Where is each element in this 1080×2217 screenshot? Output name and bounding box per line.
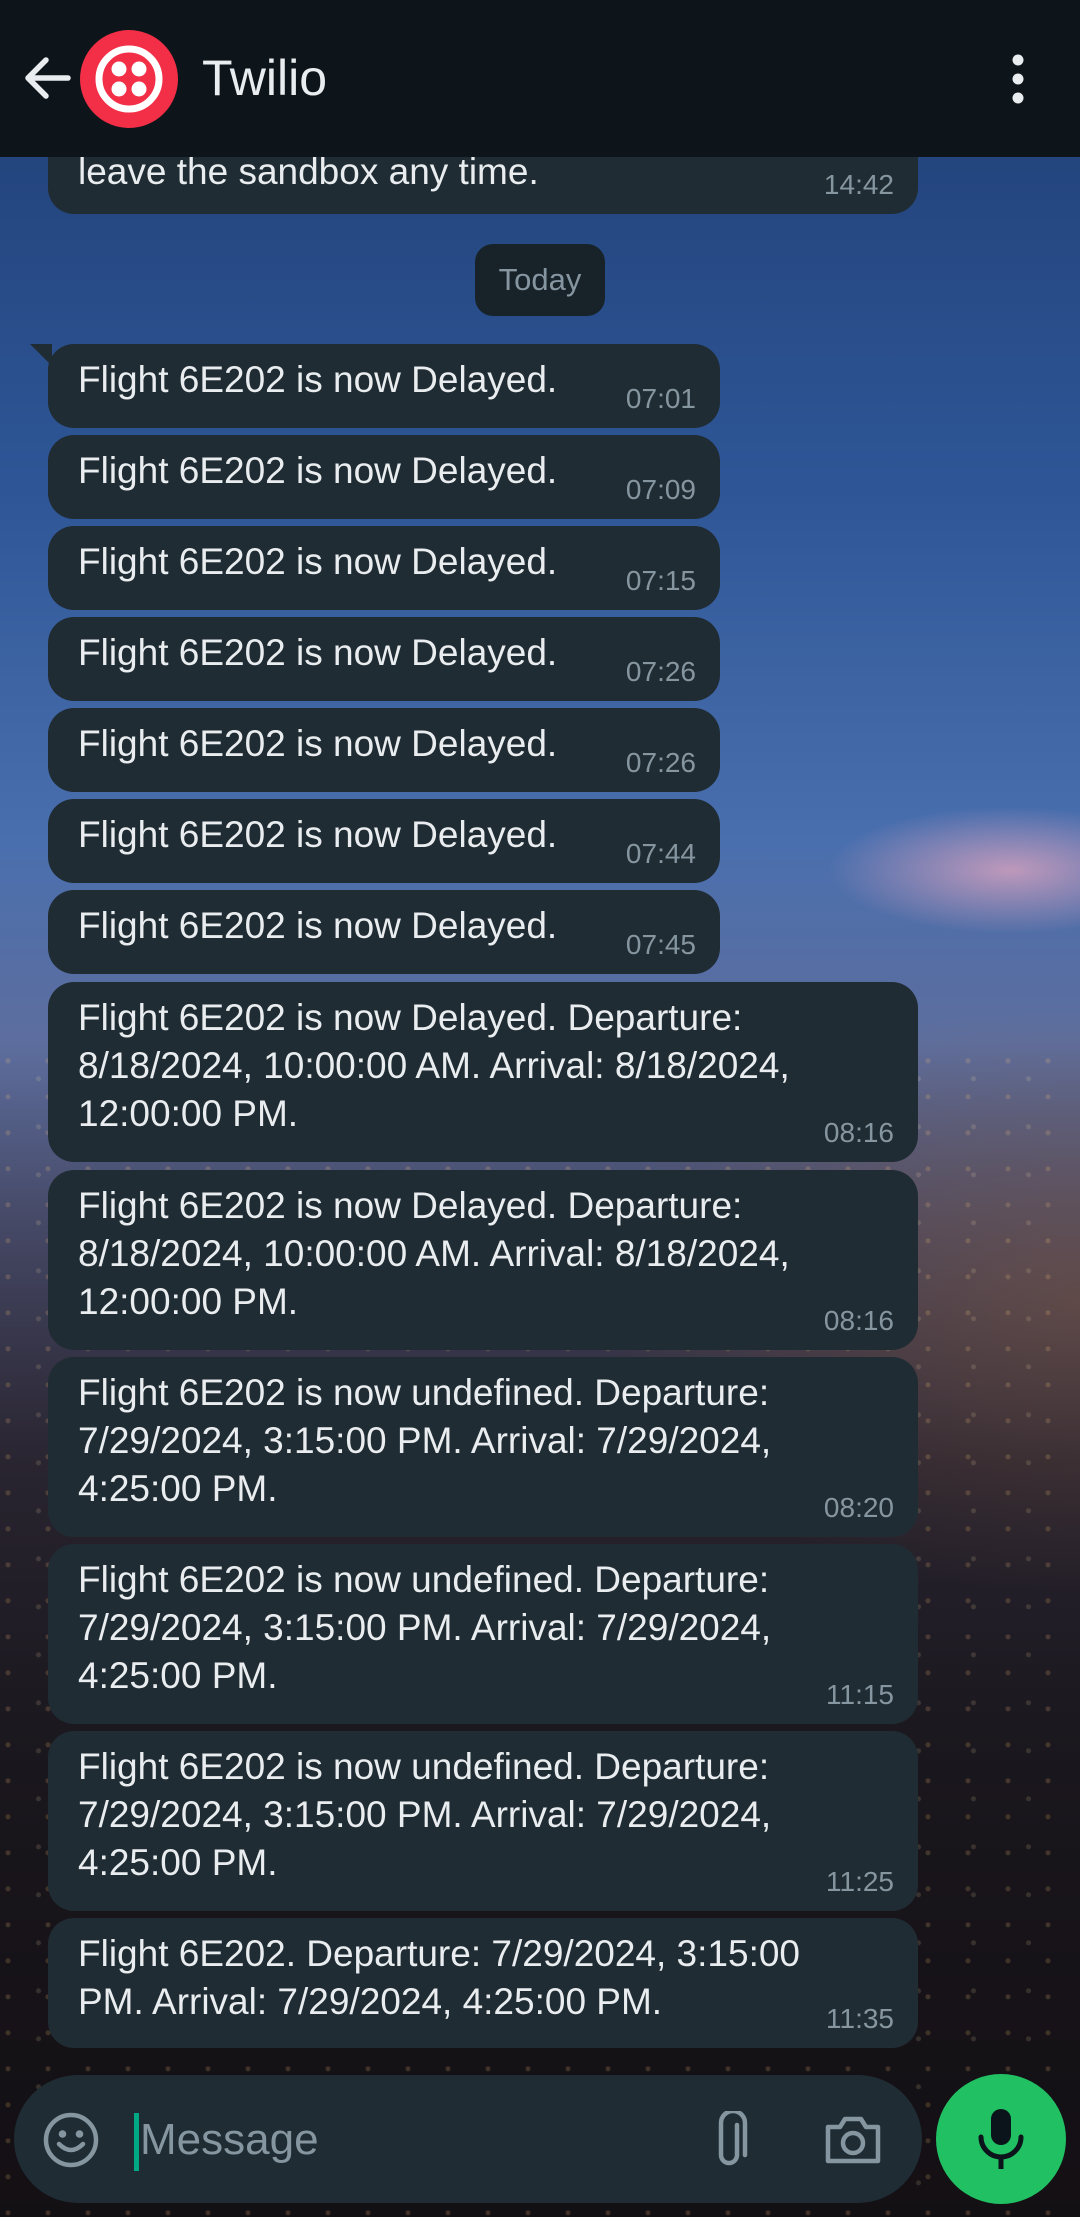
message-bubble[interactable]: Flight 6E202 is now undefined. Departure… (48, 1731, 918, 1911)
message-text: Flight 6E202 is now undefined. Departure… (78, 1746, 772, 1883)
emoji-icon[interactable] (42, 2111, 100, 2169)
message-time: 11:35 (826, 2003, 894, 2034)
message-text: Flight 6E202 is now Delayed. (78, 541, 558, 582)
message-bubble[interactable]: Flight 6E202 is now Delayed. 07:26 (48, 617, 720, 701)
message-bubble[interactable]: Flight 6E202 is now Delayed. 07:01 (48, 344, 720, 428)
message-text: Flight 6E202 is now undefined. Departure… (78, 1372, 772, 1509)
message-bubble[interactable]: Flight 6E202. Departure: 7/29/2024, 3:15… (48, 1918, 918, 2048)
chat-header: Twilio (0, 0, 1080, 157)
message-time: 07:44 (625, 838, 696, 869)
message-text: Flight 6E202 is now Delayed. Departure: … (78, 997, 790, 1134)
message-time: 07:26 (625, 747, 696, 778)
message-bubble[interactable]: Flight 6E202 is now undefined. Departure… (48, 1544, 918, 1724)
message-bubble[interactable]: Flight 6E202 is now Delayed. 07:44 (48, 799, 720, 883)
message-bubble[interactable]: Flight 6E202 is now Delayed. Departure: … (48, 982, 918, 1162)
message-text: Flight 6E202 is now Delayed. (78, 814, 558, 855)
message-bubble[interactable]: Flight 6E202 is now Delayed. 07:09 (48, 435, 720, 519)
twilio-logo-icon (95, 45, 163, 113)
message-time: 14:42 (823, 169, 894, 200)
message-text: Flight 6E202 is now Delayed. Departure: … (78, 1185, 790, 1322)
avatar[interactable] (80, 30, 178, 128)
message-text: Flight 6E202. Departure: 7/29/2024, 3:15… (78, 1933, 801, 2022)
message-bubble[interactable]: Flight 6E202 is now Delayed. Departure: … (48, 1170, 918, 1350)
message-time: 07:01 (625, 383, 696, 414)
message-time: 07:09 (625, 474, 696, 505)
mic-icon (978, 2109, 1024, 2169)
camera-icon[interactable] (822, 2111, 884, 2167)
message-text: Flight 6E202 is now Delayed. (78, 723, 558, 764)
message-bubble[interactable]: Flight 6E202 is now undefined. Departure… (48, 1357, 918, 1537)
date-chip: Today (475, 244, 605, 316)
message-text: Flight 6E202 is now Delayed. (78, 359, 558, 400)
message-text: Flight 6E202 is now Delayed. (78, 632, 558, 673)
message-time: 08:16 (823, 1305, 894, 1336)
more-vert-icon[interactable] (1000, 52, 1036, 108)
chat-title[interactable]: Twilio (202, 46, 327, 110)
message-composer (14, 2075, 922, 2203)
message-text: Flight 6E202 is now Delayed. (78, 905, 558, 946)
message-bubble[interactable]: Flight 6E202 is now Delayed. 07:26 (48, 708, 720, 792)
message-time: 08:16 (823, 1117, 894, 1148)
message-time: 07:15 (625, 565, 696, 596)
message-time: 07:45 (625, 929, 696, 960)
message-bubble[interactable]: Flight 6E202 is now Delayed. 07:45 (48, 890, 720, 974)
message-time: 08:20 (823, 1492, 894, 1523)
message-time: 07:26 (625, 656, 696, 687)
arrow-left-icon[interactable] (20, 50, 76, 106)
message-time: 11:25 (826, 1866, 894, 1897)
message-text: Flight 6E202 is now Delayed. (78, 450, 558, 491)
message-text: Flight 6E202 is now undefined. Departure… (78, 1559, 772, 1696)
message-input[interactable] (138, 2097, 702, 2183)
message-time: 11:15 (826, 1679, 894, 1710)
paperclip-icon[interactable] (704, 2108, 754, 2173)
mic-button[interactable] (936, 2074, 1066, 2204)
message-bubble[interactable]: Flight 6E202 is now Delayed. 07:15 (48, 526, 720, 610)
